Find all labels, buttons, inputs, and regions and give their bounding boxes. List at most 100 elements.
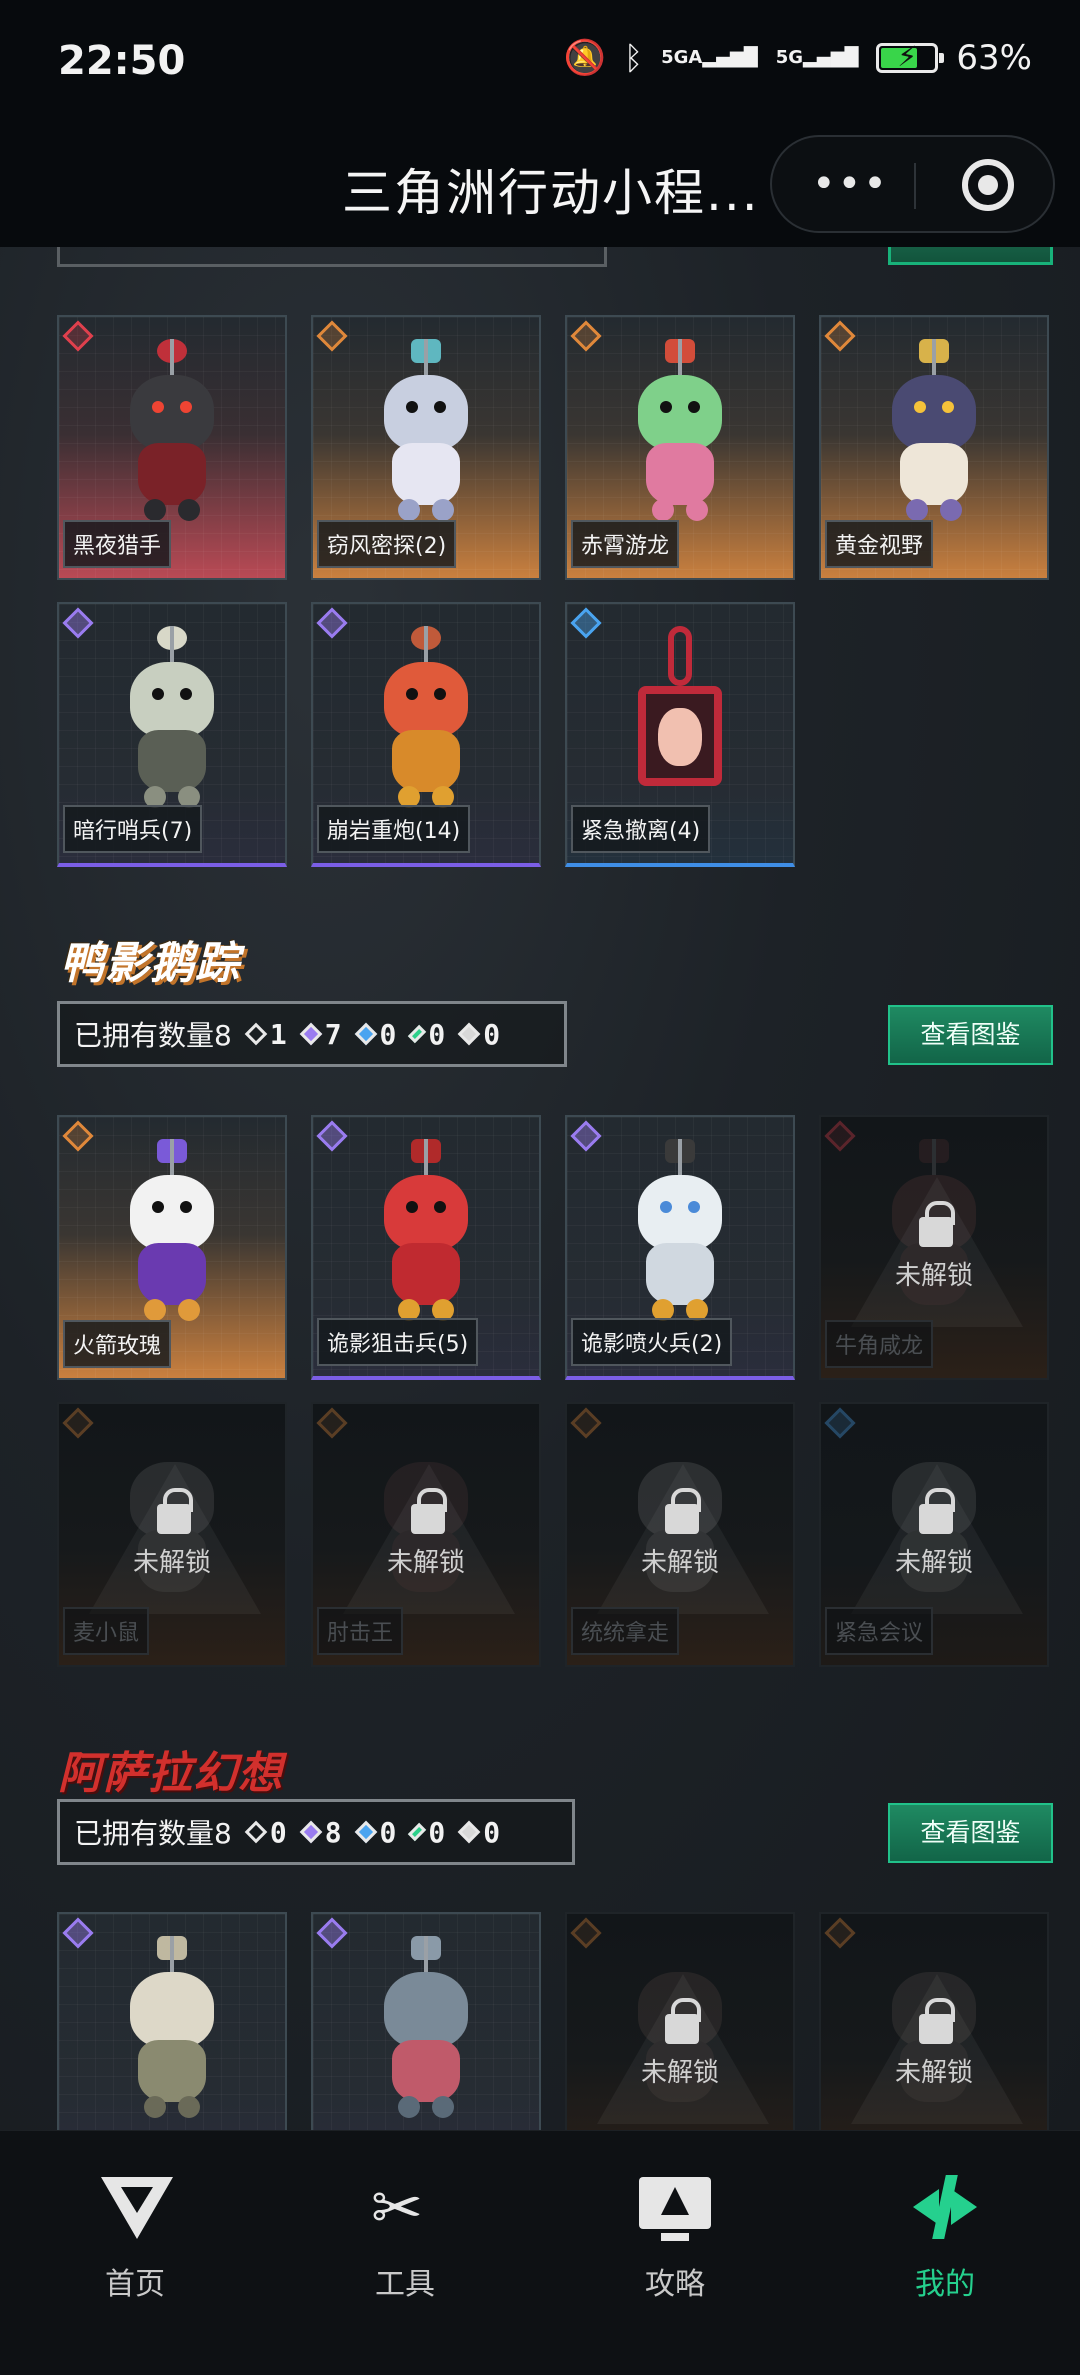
- tab-label: 首页: [105, 2267, 165, 2302]
- count-blue: 0: [379, 1017, 397, 1051]
- owned-count-bar: 已拥有数量8 1 7 0 0 0: [57, 1001, 567, 1067]
- count-blue: 0: [379, 1815, 397, 1849]
- charm-name: 崩岩重炮(14): [317, 805, 471, 853]
- charm-card[interactable]: 黄金视野: [819, 315, 1049, 580]
- guide-screen-icon: [605, 2171, 745, 2247]
- charm-card-locked[interactable]: 未解锁 麦小鼠: [57, 1402, 287, 1667]
- charm-name: 统统拿走: [571, 1607, 680, 1655]
- charm-card[interactable]: 紧急撤离(4): [565, 602, 795, 867]
- lock-icon: [919, 1998, 955, 2044]
- rarity-orange-icon: [244, 1022, 268, 1046]
- charm-asala-knight-image: [356, 1936, 496, 2126]
- charm-card[interactable]: 诡影狙击兵(5): [311, 1115, 541, 1380]
- bottom-tab-bar: 首页 ✂ 工具 攻略 我的: [0, 2130, 1080, 2375]
- charm-card[interactable]: 诡影喷火兵(2): [565, 1115, 795, 1380]
- locked-text: 未解锁: [894, 1548, 973, 1578]
- owned-count-label: 已拥有数量8: [74, 1817, 232, 1850]
- charm-name: 麦小鼠: [63, 1607, 150, 1655]
- charm-sniper-duck-image: [356, 1139, 496, 1329]
- miniprogram-capsule: •••: [770, 135, 1055, 233]
- lock-icon: [919, 1201, 955, 1247]
- charm-name: 窃风密探(2): [317, 520, 457, 568]
- charm-name: 黑夜猎手: [63, 520, 172, 568]
- charm-card-locked[interactable]: 未解锁 紧急会议: [819, 1402, 1049, 1667]
- profile-logo-icon: [875, 2171, 1015, 2247]
- series-logo-duck: 鸭影鹅踪: [60, 938, 240, 989]
- charm-card[interactable]: 窃风密探(2): [311, 315, 541, 580]
- count-white: 0: [483, 1815, 501, 1849]
- count-green: 0: [428, 1017, 446, 1051]
- charm-name: 紧急会议: [825, 1607, 934, 1655]
- count-purple: 7: [324, 1017, 342, 1051]
- charm-name: 牛角咸龙: [825, 1320, 934, 1368]
- rarity-purple-icon: [299, 1022, 323, 1046]
- charm-name: 赤霄游龙: [571, 520, 680, 568]
- target-close-icon[interactable]: [962, 159, 1014, 211]
- battery-icon: ⚡: [876, 40, 945, 73]
- owned-count-label: 已拥有数量8: [74, 1019, 232, 1052]
- tab-guide[interactable]: 攻略: [605, 2171, 745, 2303]
- more-dots-icon[interactable]: •••: [812, 161, 889, 207]
- bluetooth-icon: ᛒ: [623, 39, 644, 77]
- charm-rocket-rose-image: [102, 1139, 242, 1329]
- charm-card[interactable]: 崩岩重炮(14): [311, 602, 541, 867]
- app-header: 三角洲行动小程... •••: [0, 125, 1080, 247]
- view-catalog-button-partial[interactable]: [888, 247, 1053, 265]
- charm-name: 紧急撤离(4): [571, 805, 711, 853]
- lock-icon: [665, 1488, 701, 1534]
- rarity-blue-icon: [354, 1820, 377, 1844]
- lock-icon: [919, 1488, 955, 1534]
- lock-icon: [411, 1488, 447, 1534]
- charm-card-locked[interactable]: 未解锁 牛角咸龙: [819, 1115, 1049, 1380]
- locked-overlay: 未解锁: [821, 1914, 1047, 2130]
- signal-5g-icon: 5G▂▄▆█: [775, 47, 859, 68]
- charm-name: 诡影喷火兵(2): [571, 1318, 733, 1366]
- home-v-icon: [65, 2171, 205, 2247]
- owned-count-bar: 已拥有数量8 0 8 0 0 0: [57, 1799, 575, 1865]
- charm-collection-scroll[interactable]: 黑夜猎手 窃风密探(2) 赤霄游龙 黄金视野 暗行哨兵(7) 崩岩重炮(14) …: [0, 247, 1080, 2130]
- capsule-divider: [914, 163, 916, 209]
- lock-icon: [157, 1488, 193, 1534]
- charm-name: 肘击王: [317, 1607, 404, 1655]
- rarity-green-icon: [408, 1024, 427, 1044]
- charm-emergency-frame-image: [610, 626, 750, 816]
- signal-5ga-icon: 5GA▂▄▆█: [661, 47, 758, 68]
- view-catalog-button[interactable]: 查看图鉴: [888, 1005, 1053, 1065]
- charm-card-locked[interactable]: 未解锁 肘击王: [311, 1402, 541, 1667]
- status-bar: 22:50 🔕 ᛒ 5GA▂▄▆█ 5G▂▄▆█ ⚡ 63%: [0, 0, 1080, 125]
- tab-mine[interactable]: 我的: [875, 2171, 1015, 2303]
- rarity-orange-icon: [244, 1820, 268, 1844]
- tab-label: 工具: [375, 2267, 435, 2302]
- charm-dragon-image: [610, 339, 750, 529]
- view-catalog-button[interactable]: 查看图鉴: [888, 1803, 1053, 1863]
- charm-card-locked[interactable]: 未解锁: [819, 1912, 1049, 2130]
- status-icons: 🔕 ᛒ 5GA▂▄▆█ 5G▂▄▆█ ⚡ 63%: [564, 38, 1032, 78]
- charm-name: 黄金视野: [825, 520, 934, 568]
- charm-card-locked[interactable]: 未解锁: [565, 1912, 795, 2130]
- charm-name: 暗行哨兵(7): [63, 805, 203, 853]
- charm-card[interactable]: 火箭玫瑰: [57, 1115, 287, 1380]
- locked-text: 未解锁: [640, 2058, 719, 2088]
- owned-count-bar-partial: [57, 247, 607, 267]
- rarity-purple-icon: [299, 1820, 323, 1844]
- count-green: 0: [428, 1815, 446, 1849]
- charm-card[interactable]: [57, 1912, 287, 2130]
- charm-card[interactable]: 赤霄游龙: [565, 315, 795, 580]
- charm-card[interactable]: [311, 1912, 541, 2130]
- tab-label: 攻略: [645, 2267, 705, 2302]
- lock-icon: [665, 1998, 701, 2044]
- charm-sentinel-image: [102, 626, 242, 816]
- page-title: 三角洲行动小程...: [342, 164, 760, 222]
- tab-tools[interactable]: ✂ 工具: [335, 2171, 475, 2303]
- locked-overlay: 未解锁: [567, 1914, 793, 2130]
- tab-label: 我的: [915, 2267, 975, 2302]
- tools-icon: ✂: [371, 2171, 423, 2244]
- charm-asala-ghost-image: [102, 1936, 242, 2126]
- series-logo-asala: 阿萨拉幻想: [58, 1748, 283, 1799]
- tab-home[interactable]: 首页: [65, 2171, 205, 2303]
- charm-card-locked[interactable]: 未解锁 统统拿走: [565, 1402, 795, 1667]
- rarity-blue-icon: [354, 1022, 377, 1046]
- rarity-white-icon: [457, 1022, 481, 1046]
- charm-card[interactable]: 暗行哨兵(7): [57, 602, 287, 867]
- charm-card[interactable]: 黑夜猎手: [57, 315, 287, 580]
